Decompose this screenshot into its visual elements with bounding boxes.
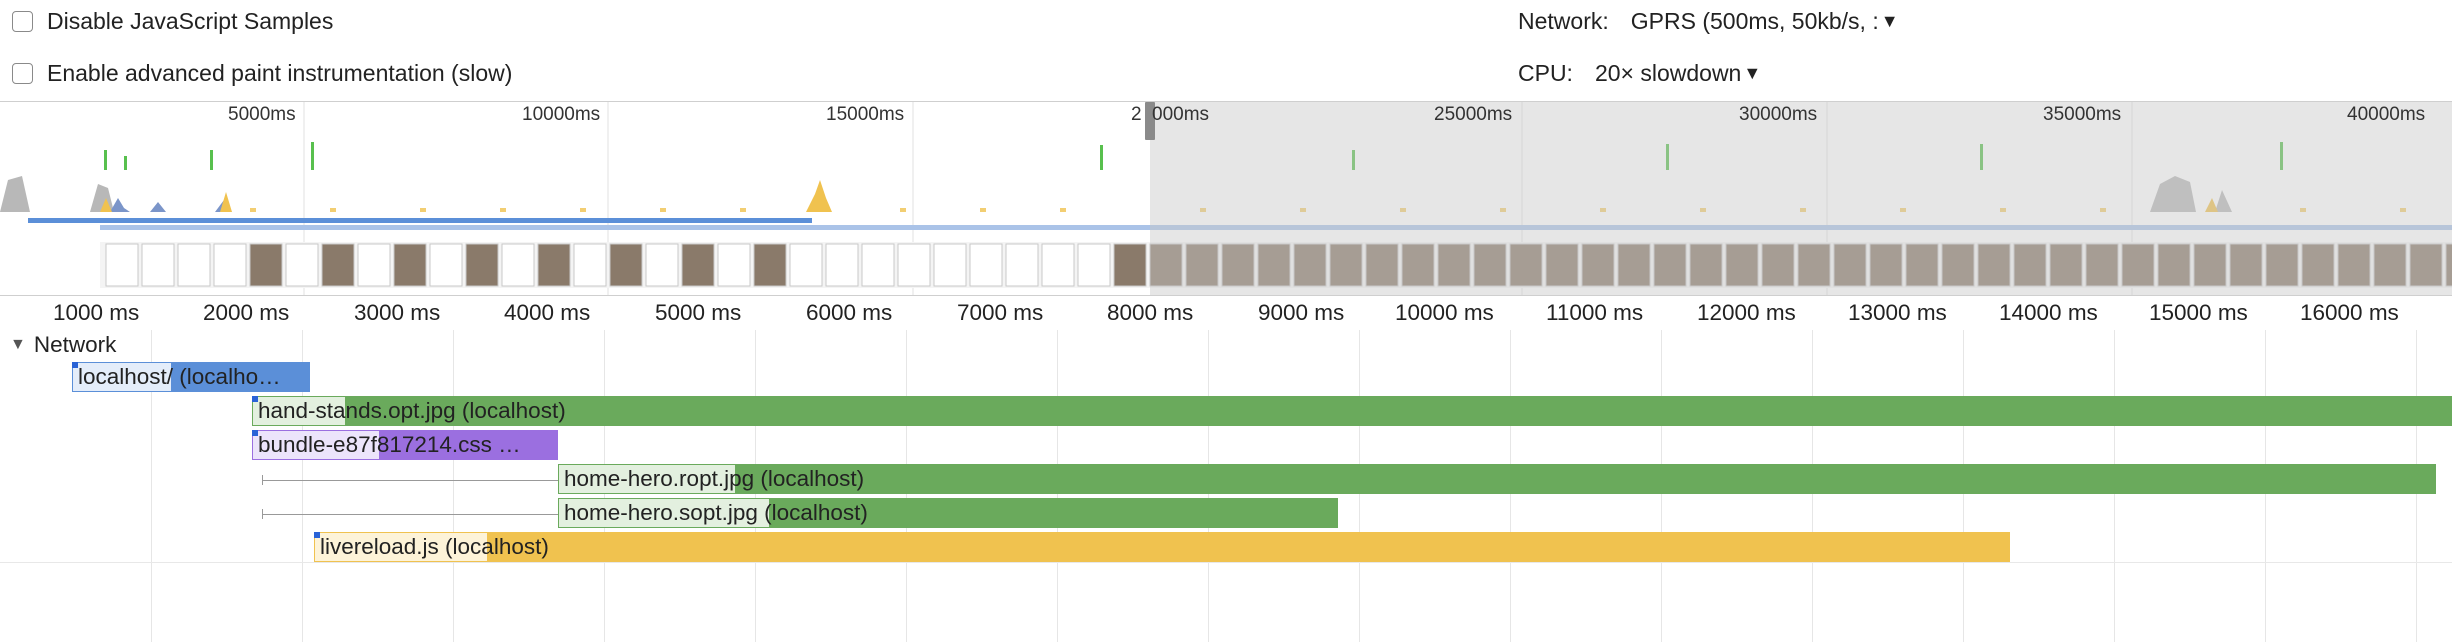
network-throttle-value: GPRS (500ms, 50kb/s, :	[1630, 7, 1879, 34]
overview-tick: 000ms	[1152, 104, 1210, 125]
network-section-label: Network	[33, 332, 117, 357]
disable-js-samples-option[interactable]: Disable JavaScript Samples	[12, 4, 333, 38]
filmstrip-frame	[681, 243, 715, 287]
filmstrip-frame	[717, 243, 751, 287]
ruler-tick: 12000 ms	[1697, 300, 1796, 325]
capture-settings-panel: Disable JavaScript Samples Enable advanc…	[0, 0, 2452, 100]
ruler-tick: 11000 ms	[1546, 300, 1644, 325]
filmstrip-frame	[285, 243, 319, 287]
network-request-bar[interactable]: bundle-e87f817214.css …	[252, 430, 558, 460]
network-throttle-label: Network:	[1518, 7, 1609, 34]
request-label: home-hero.ropt.jpg (localhost)	[564, 466, 865, 491]
ruler-tick: 15000 ms	[2149, 300, 2248, 325]
filmstrip-frame	[321, 243, 355, 287]
time-ruler: 1000 ms 2000 ms 3000 ms 4000 ms 5000 ms …	[0, 295, 2452, 330]
network-request-bar[interactable]: livereload.js (localhost)	[314, 532, 2010, 562]
filmstrip-frame	[1113, 243, 1147, 287]
overview-tick: 5000ms	[228, 104, 296, 125]
filmstrip-frame	[1041, 243, 1075, 287]
network-request-bar[interactable]: localhost/ (localho…	[72, 362, 310, 392]
ruler-tick: 2000 ms	[203, 300, 290, 325]
overview-tick: 30000ms	[1739, 104, 1818, 125]
filmstrip-frame	[393, 243, 427, 287]
ruler-tick: 13000 ms	[1848, 300, 1947, 325]
filmstrip-frame	[465, 243, 499, 287]
collapse-triangle-icon[interactable]: ▼	[10, 336, 26, 354]
timeline-overview[interactable]: 5000ms 10000ms 15000ms 2 000ms 25000ms 3…	[0, 101, 2452, 295]
ruler-tick: 1000 ms	[53, 300, 140, 325]
filmstrip-frame	[789, 243, 823, 287]
cpu-throttle-value: 20× slowdown	[1594, 59, 1742, 86]
ruler-tick: 9000 ms	[1258, 300, 1345, 325]
filmstrip-frame	[213, 243, 247, 287]
request-whisker-cap	[262, 509, 263, 519]
overview-tick: 2	[1131, 104, 1142, 125]
request-whisker	[262, 480, 558, 481]
cpu-throttle-select[interactable]: 20× slowdown ▼	[1595, 60, 1761, 87]
request-label: hand-stands.opt.jpg (localhost)	[258, 398, 566, 423]
advanced-paint-option[interactable]: Enable advanced paint instrumentation (s…	[12, 56, 512, 90]
filmstrip-frame	[1005, 243, 1039, 287]
overview-tick: 15000ms	[826, 104, 905, 125]
request-whisker	[262, 514, 558, 515]
overview-tick: 35000ms	[2043, 104, 2122, 125]
filmstrip-frame	[429, 243, 463, 287]
network-throttle-row: Network: GPRS (500ms, 50kb/s, : ▼	[1518, 4, 1899, 38]
network-request-bar[interactable]: home-hero.sopt.jpg (localhost)	[558, 498, 1338, 528]
dropdown-arrow-icon: ▼	[1880, 10, 1899, 31]
cpu-throttle-label: CPU:	[1518, 59, 1573, 86]
gridline	[453, 330, 454, 642]
filmstrip-frame	[609, 243, 643, 287]
cpu-throttle-row: CPU: 20× slowdown ▼	[1518, 56, 1761, 90]
request-download-segment	[488, 532, 2010, 562]
dropdown-arrow-icon: ▼	[1743, 62, 1762, 83]
ruler-tick: 4000 ms	[504, 300, 591, 325]
overview-tick: 40000ms	[2347, 104, 2426, 125]
filmstrip-frame	[969, 243, 1003, 287]
network-section-header[interactable]: ▼ Network	[10, 330, 116, 360]
filmstrip-frame	[825, 243, 859, 287]
advanced-paint-checkbox[interactable]	[12, 62, 33, 84]
ruler-tick: 7000 ms	[957, 300, 1044, 325]
filmstrip-frame	[753, 243, 787, 287]
network-request-bar[interactable]: home-hero.ropt.jpg (localhost)	[558, 464, 2436, 494]
request-label: home-hero.sopt.jpg (localhost)	[564, 500, 868, 525]
ruler-tick: 10000 ms	[1395, 300, 1494, 325]
filmstrip-frame	[501, 243, 535, 287]
filmstrip-frame	[645, 243, 679, 287]
filmstrip-frame	[537, 243, 571, 287]
request-whisker-cap	[262, 475, 263, 485]
row-divider	[0, 562, 2452, 563]
disable-js-samples-label: Disable JavaScript Samples	[47, 7, 334, 34]
overview-tick: 25000ms	[1434, 104, 1513, 125]
network-throttle-select[interactable]: GPRS (500ms, 50kb/s, : ▼	[1631, 8, 1899, 35]
ruler-tick: 16000 ms	[2300, 300, 2399, 325]
filmstrip-frame	[1077, 243, 1111, 287]
request-label: livereload.js (localhost)	[320, 534, 549, 559]
request-download-segment	[736, 464, 2436, 494]
overview-unselected-range	[1150, 102, 2452, 295]
network-track: ▼ Network localhost/ (localho… hand-stan…	[0, 330, 2452, 642]
request-label: localhost/ (localho…	[78, 364, 281, 389]
filmstrip-frame	[933, 243, 967, 287]
filmstrip-frame	[861, 243, 895, 287]
ruler-tick: 6000 ms	[806, 300, 893, 325]
filmstrip-frame	[897, 243, 931, 287]
disable-js-samples-checkbox[interactable]	[12, 10, 33, 32]
filmstrip-frame	[249, 243, 283, 287]
filmstrip-frame	[573, 243, 607, 287]
ruler-tick: 3000 ms	[354, 300, 441, 325]
advanced-paint-label: Enable advanced paint instrumentation (s…	[47, 59, 513, 86]
filmstrip-frame	[357, 243, 391, 287]
ruler-tick: 14000 ms	[1999, 300, 2098, 325]
request-label: bundle-e87f817214.css …	[258, 432, 521, 457]
filmstrip-frame	[141, 243, 175, 287]
filmstrip-frame	[105, 243, 139, 287]
overview-tick: 10000ms	[522, 104, 601, 125]
ruler-tick: 5000 ms	[655, 300, 742, 325]
ruler-tick: 8000 ms	[1107, 300, 1194, 325]
network-request-bar[interactable]: hand-stands.opt.jpg (localhost)	[252, 396, 2452, 426]
request-download-segment	[346, 396, 2452, 426]
filmstrip-frame	[177, 243, 211, 287]
